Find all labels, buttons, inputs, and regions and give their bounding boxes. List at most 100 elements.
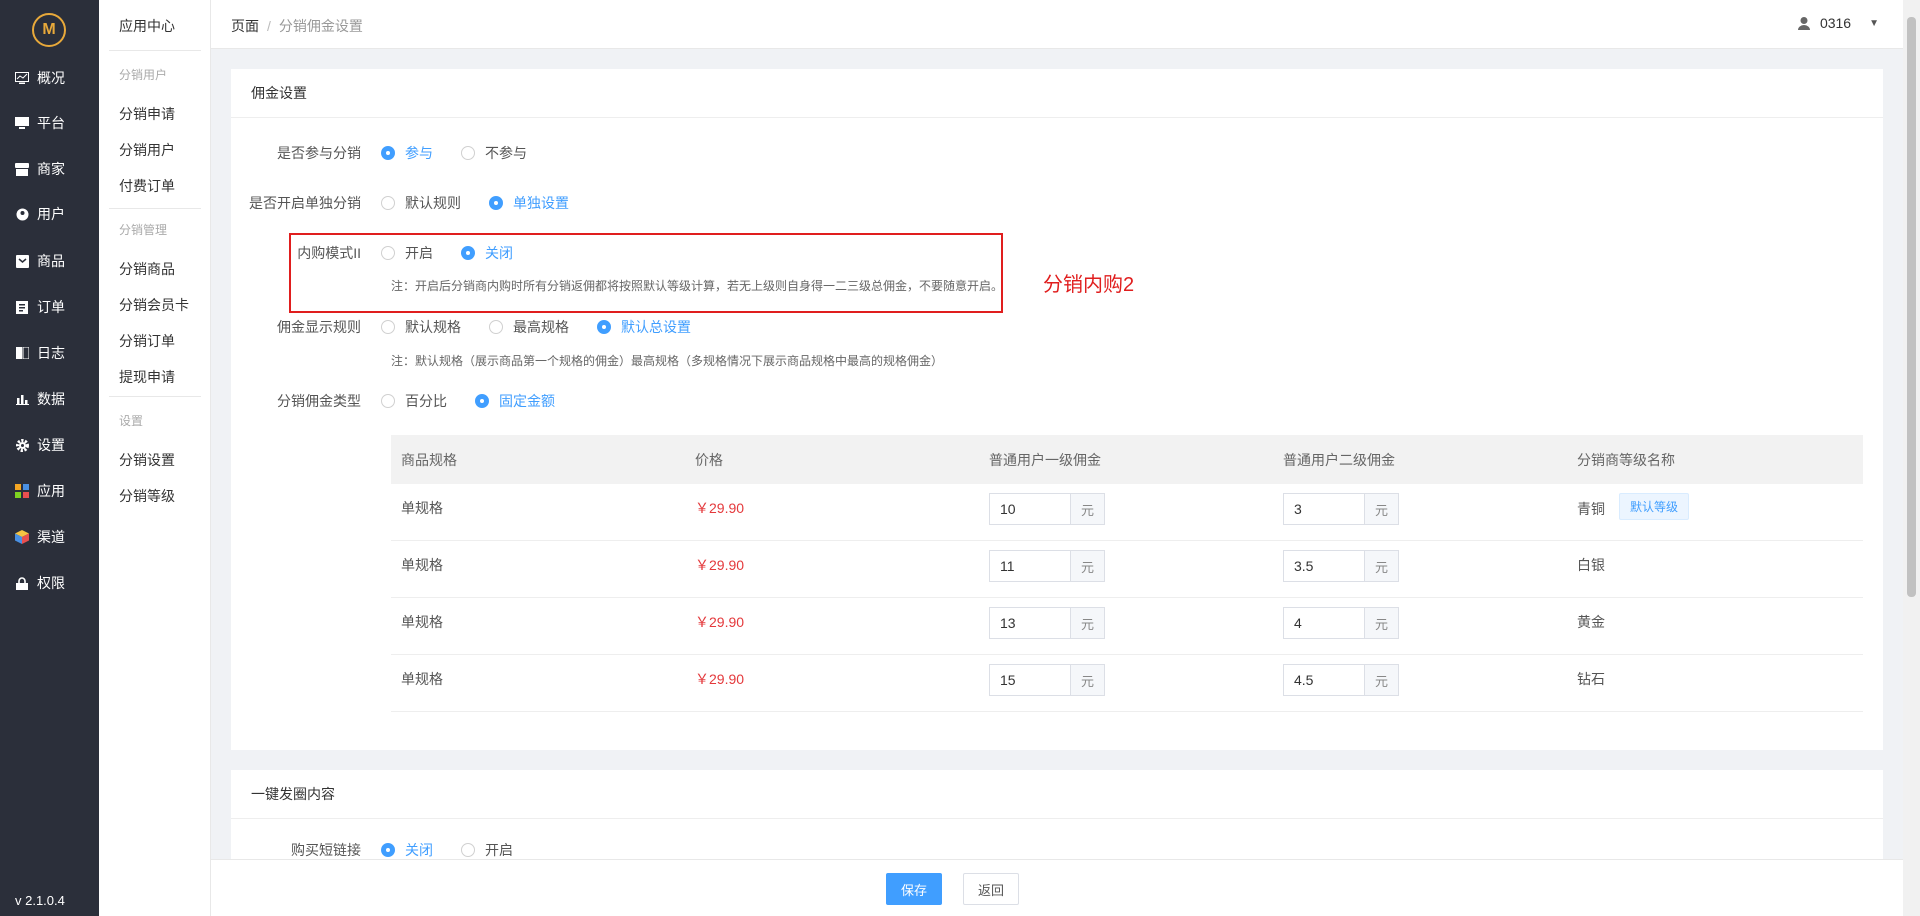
top-header: 页面 / 分销佣金设置 0316 ▼ <box>211 0 1903 49</box>
nav-item-channel[interactable]: 渠道 <box>0 514 99 560</box>
unit-suffix: 元 <box>1070 551 1104 581</box>
radio-default-rule[interactable]: 默认规则 <box>381 193 461 213</box>
annotation-text: 分销内购2 <box>1043 274 1135 296</box>
commission-card: 佣金设置 是否参与分销 参与 不参与 是否开启单独分销 默认规则 单独设置 内购… <box>231 69 1883 750</box>
nav-label: 应用 <box>37 483 65 499</box>
main-content: 佣金设置 是否参与分销 参与 不参与 是否开启单独分销 默认规则 单独设置 内购… <box>211 49 1903 859</box>
radio-label: 不参与 <box>485 145 527 161</box>
l1-commission-input[interactable]: 11 元 <box>989 550 1105 582</box>
l1-commission-input[interactable]: 15 元 <box>989 664 1105 696</box>
logo[interactable]: M <box>32 13 66 47</box>
column-header: 商品规格 <box>401 451 457 468</box>
breadcrumb: 页面 / 分销佣金设置 <box>231 16 363 36</box>
display-rule-note: 注：默认规格（展示商品第一个规格的佣金）最高规格（多规格情况下展示商品规格中最高… <box>391 354 944 368</box>
sub-item-withdraw[interactable]: 提现申请 <box>119 367 175 387</box>
nav-label: 商品 <box>37 253 65 269</box>
radio-percentage[interactable]: 百分比 <box>381 391 447 411</box>
radio-participate-no[interactable]: 不参与 <box>461 143 527 163</box>
radio-link-off[interactable]: 关闭 <box>381 840 433 859</box>
nav-label: 概况 <box>37 70 65 86</box>
annotation-box <box>289 233 1003 313</box>
field-label: 是否参与分销 <box>277 145 361 161</box>
apps-icon <box>15 484 29 498</box>
sub-group-label: 分销用户 <box>119 68 168 82</box>
nav-item-permission[interactable]: 权限 <box>0 560 99 606</box>
l1-cell: 13 元 <box>979 598 1273 654</box>
column-header: 普通用户一级佣金 <box>989 451 1101 468</box>
nav-item-merchant[interactable]: 商家 <box>0 146 99 192</box>
sub-group-label: 设置 <box>119 414 144 428</box>
moments-card: 一键发圈内容 购买短链接 关闭 开启 <box>231 770 1883 859</box>
l2-commission-input[interactable]: 4元 <box>1283 607 1399 639</box>
radio-highest-spec[interactable]: 最高规格 <box>489 317 569 337</box>
column-header: 价格 <box>695 451 723 468</box>
radio-label: 百分比 <box>405 393 447 409</box>
page-scrollbar[interactable] <box>1903 0 1920 916</box>
nav-item-overview[interactable]: 概况 <box>0 55 99 101</box>
radio-single-setting[interactable]: 单独设置 <box>489 193 569 213</box>
card-title: 佣金设置 <box>231 69 1883 118</box>
spec-cell: 单规格 <box>401 671 443 687</box>
input-value: 4.5 <box>1294 672 1314 688</box>
nav-label: 渠道 <box>37 529 65 545</box>
radio-dot <box>381 843 395 857</box>
divider <box>109 396 201 397</box>
sub-item-orders[interactable]: 分销订单 <box>119 331 175 351</box>
column-header: 分销商等级名称 <box>1577 451 1675 468</box>
nav-item-user[interactable]: 用户 <box>0 191 99 237</box>
nav-item-platform[interactable]: 平台 <box>0 100 99 146</box>
l2-commission-input[interactable]: 4.5 元 <box>1283 664 1399 696</box>
l2-cell: 3元 <box>1273 484 1567 540</box>
l1-commission-input[interactable]: 13 元 <box>989 607 1105 639</box>
radio-link-on[interactable]: 开启 <box>461 840 513 859</box>
sub-sidebar-title: 应用中心 <box>119 18 175 34</box>
nav-label: 用户 <box>37 206 65 222</box>
back-button[interactable]: 返回 <box>963 873 1019 905</box>
radio-label: 参与 <box>405 145 433 161</box>
sub-item-apply[interactable]: 分销申请 <box>119 104 175 124</box>
save-button[interactable]: 保存 <box>886 873 942 905</box>
l2-cell: 3.5 元 <box>1273 541 1567 597</box>
sub-group-label: 分销管理 <box>119 223 168 237</box>
unit-suffix: 元 <box>1364 608 1398 638</box>
table-row: 单规格 ￥29.90 15 元 4.5 元 钻石 <box>391 655 1863 712</box>
sub-item-users[interactable]: 分销用户 <box>119 140 175 160</box>
nav-item-settings[interactable]: 设置 <box>0 422 99 468</box>
card-title: 一键发圈内容 <box>231 770 1883 819</box>
user-icon <box>15 207 29 221</box>
radio-participate-yes[interactable]: 参与 <box>381 143 433 163</box>
gear-icon <box>15 438 29 452</box>
user-menu[interactable]: 0316 ▼ <box>1797 15 1879 31</box>
nav-item-goods[interactable]: 商品 <box>0 238 99 284</box>
level-cell: 白银 <box>1577 557 1605 573</box>
sub-item-dist-settings[interactable]: 分销设置 <box>119 450 175 470</box>
nav-item-log[interactable]: 日志 <box>0 330 99 376</box>
version-text: v 2.1.0.4 <box>15 893 65 908</box>
radio-default-total[interactable]: 默认总设置 <box>597 317 691 337</box>
goods-icon <box>15 254 29 268</box>
sub-item-goods[interactable]: 分销商品 <box>119 259 175 279</box>
radio-dot <box>381 394 395 408</box>
nav-item-apps[interactable]: 应用 <box>0 468 99 514</box>
nav-label: 权限 <box>37 575 65 591</box>
input-value: 13 <box>1000 615 1016 631</box>
input-value: 11 <box>1000 558 1015 574</box>
breadcrumb-root[interactable]: 页面 <box>231 18 259 34</box>
l2-commission-input[interactable]: 3.5 元 <box>1283 550 1399 582</box>
l2-commission-input[interactable]: 3元 <box>1283 493 1399 525</box>
radio-fixed-amount[interactable]: 固定金额 <box>475 391 555 411</box>
breadcrumb-separator: / <box>267 18 271 34</box>
nav-item-data[interactable]: 数据 <box>0 376 99 422</box>
nav-item-order[interactable]: 订单 <box>0 284 99 330</box>
sub-item-member-card[interactable]: 分销会员卡 <box>119 295 189 315</box>
sub-item-paid-orders[interactable]: 付费订单 <box>119 176 175 196</box>
sub-sidebar: 应用中心 分销用户 分销申请 分销用户 付费订单 分销管理 分销商品 分销会员卡… <box>99 0 211 916</box>
bar-chart-icon <box>15 392 29 406</box>
radio-default-spec[interactable]: 默认规格 <box>381 317 461 337</box>
radio-label: 最高规格 <box>513 319 569 335</box>
table-row: 单规格 ￥29.90 13 元 4元 黄金 <box>391 598 1863 655</box>
scrollbar-thumb[interactable] <box>1907 17 1916 597</box>
radio-dot <box>461 146 475 160</box>
sub-item-dist-levels[interactable]: 分销等级 <box>119 486 175 506</box>
l1-commission-input[interactable]: 10 元 <box>989 493 1105 525</box>
